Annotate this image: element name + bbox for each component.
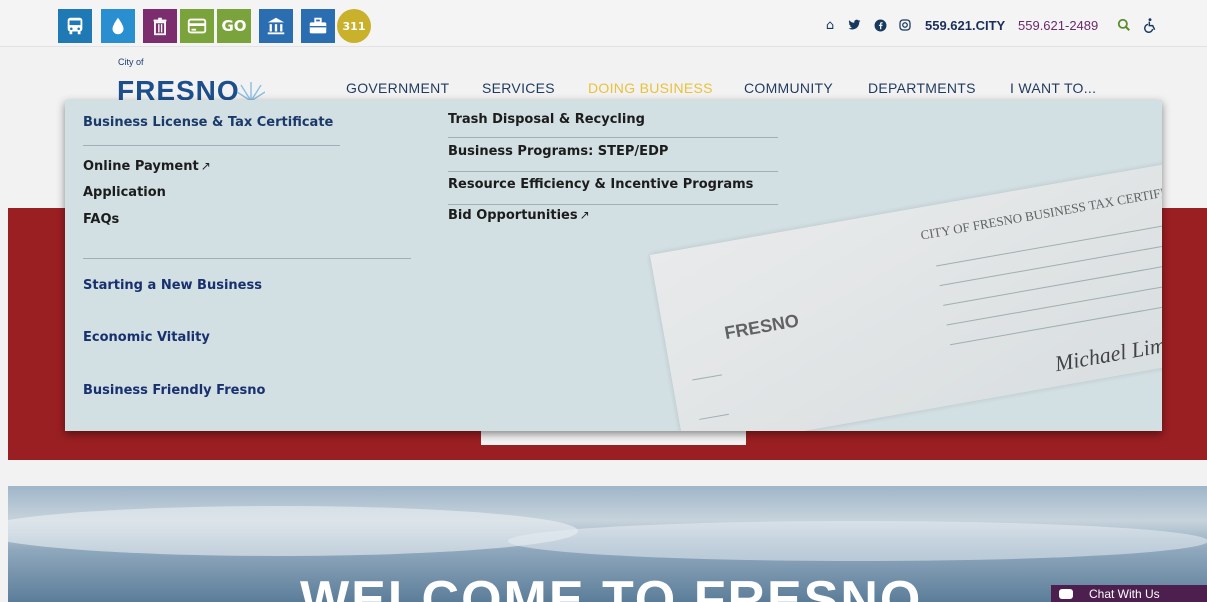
nav-community[interactable]: COMMUNITY xyxy=(744,80,833,96)
nav-services[interactable]: SERVICES xyxy=(482,80,555,96)
trash-icon[interactable] xyxy=(143,9,177,43)
online-payment-link[interactable]: Online Payment ↗ xyxy=(83,159,211,174)
briefcase-icon[interactable] xyxy=(301,9,335,43)
chat-widget-button[interactable]: Chat With Us xyxy=(1051,585,1207,602)
city-hall-icon[interactable] xyxy=(259,9,293,43)
nav-doing-business[interactable]: DOING BUSINESS xyxy=(588,80,713,96)
starting-new-business-link[interactable]: Starting a New Business xyxy=(83,278,262,293)
doing-business-mega-menu: CITY OF FRESNO BUSINESS TAX CERTIFICATE … xyxy=(65,100,1162,431)
external-link-icon: ↗ xyxy=(579,208,590,222)
divider xyxy=(448,171,778,172)
hero-title: WELCOME TO FRESNO xyxy=(300,571,923,602)
nav-i-want-to[interactable]: I WANT TO... xyxy=(1010,80,1096,96)
business-friendly-fresno-link[interactable]: Business Friendly Fresno xyxy=(83,383,265,398)
external-link-icon: ↗ xyxy=(200,159,211,173)
business-license-header-link[interactable]: Business License & Tax Certificate xyxy=(83,115,333,130)
economic-vitality-link[interactable]: Economic Vitality xyxy=(83,330,210,345)
facebook-icon[interactable] xyxy=(872,15,888,35)
payment-card-icon[interactable] xyxy=(180,9,214,43)
chat-label: Chat With Us xyxy=(1089,586,1160,601)
trash-disposal-recycling-link[interactable]: Trash Disposal & Recycling xyxy=(448,112,645,127)
logo-city-of: City of xyxy=(118,57,144,67)
divider xyxy=(448,204,778,205)
instagram-icon[interactable] xyxy=(897,15,913,35)
divider xyxy=(83,258,411,259)
business-programs-link[interactable]: Business Programs: STEP/EDP xyxy=(448,144,668,159)
search-icon[interactable] xyxy=(1116,15,1132,35)
nav-departments[interactable]: DEPARTMENTS xyxy=(868,80,976,96)
application-link[interactable]: Application xyxy=(83,185,166,200)
tax-certificate-image: CITY OF FRESNO BUSINESS TAX CERTIFICATE … xyxy=(650,157,1162,431)
divider xyxy=(83,145,340,146)
water-drop-icon[interactable] xyxy=(101,9,135,43)
accessibility-icon[interactable] xyxy=(1141,15,1159,35)
nav-government[interactable]: GOVERNMENT xyxy=(346,80,449,96)
go-icon[interactable]: GO xyxy=(217,9,251,43)
bus-icon[interactable] xyxy=(58,9,92,43)
bid-opportunities-link[interactable]: Bid Opportunities ↗ xyxy=(448,208,590,223)
twitter-icon[interactable] xyxy=(846,15,862,35)
city-hotline-link[interactable]: 559.621.CITY xyxy=(925,18,1005,33)
resource-efficiency-link[interactable]: Resource Efficiency & Incentive Programs xyxy=(448,177,753,192)
home-icon[interactable]: ⌂ xyxy=(822,15,838,35)
faqs-link[interactable]: FAQs xyxy=(83,212,119,227)
phone-number-link[interactable]: 559.621-2489 xyxy=(1018,18,1098,33)
logo-sun-icon xyxy=(236,80,266,102)
logo-fresno[interactable]: FRESNO xyxy=(117,72,240,101)
divider xyxy=(448,137,778,138)
311-icon[interactable]: 311 xyxy=(337,9,371,43)
chat-bubble-icon xyxy=(1059,588,1073,599)
